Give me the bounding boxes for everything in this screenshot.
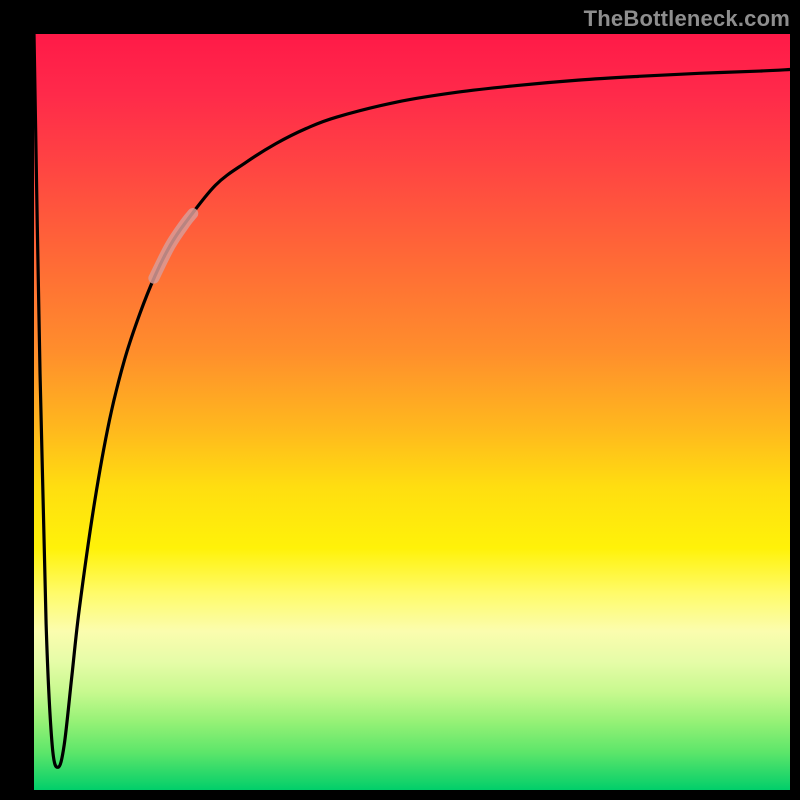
bottleneck-curve — [34, 34, 790, 790]
chart-frame: TheBottleneck.com — [0, 0, 800, 800]
plot-area — [34, 34, 790, 790]
watermark-text: TheBottleneck.com — [584, 6, 790, 32]
